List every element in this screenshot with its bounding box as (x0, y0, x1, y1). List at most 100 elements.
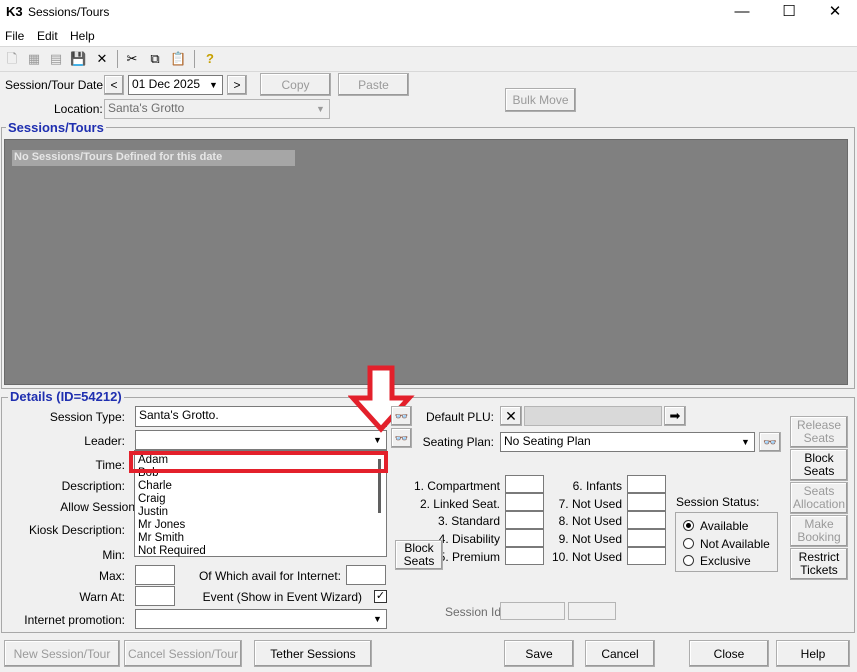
minimize-button[interactable]: — (719, 0, 765, 26)
seat-type-label: 10. Not Used (551, 550, 622, 564)
close-button[interactable]: Close (689, 640, 769, 667)
sessions-list-panel[interactable] (4, 139, 848, 385)
close-window-button[interactable]: ✕ (812, 0, 857, 26)
clipboard-disabled-icon[interactable]: ▤ (48, 51, 64, 67)
seat-type-label: 8. Not Used (558, 514, 622, 528)
help-button[interactable]: Help (776, 640, 850, 667)
chevron-down-icon: ▼ (741, 437, 750, 447)
seating-plan-select[interactable]: No Seating Plan ▼ (500, 432, 755, 452)
date-value: 01 Dec 2025 (132, 77, 201, 91)
internet-avail-label: Of Which avail for Internet: (198, 569, 341, 583)
internet-promo-select[interactable]: ▼ (135, 609, 387, 629)
binoculars-icon[interactable]: 👓 (759, 432, 781, 452)
clear-plu-icon[interactable]: ✕ (500, 406, 522, 426)
date-picker[interactable]: 01 Dec 2025 ▼ (128, 75, 223, 95)
session-type-label: Session Type: (49, 410, 125, 424)
seat-type-label: 1. Compartment (413, 479, 500, 493)
menu-file[interactable]: File (5, 29, 24, 43)
max-field[interactable] (135, 565, 175, 585)
seat-count-field[interactable] (505, 547, 544, 565)
seat-count-field[interactable] (505, 511, 544, 529)
menu-edit[interactable]: Edit (37, 29, 58, 43)
side-block-seats-label: Block Seats (803, 451, 835, 478)
arrow-right-icon[interactable]: ➡ (664, 406, 686, 426)
list-item[interactable]: Not Required (138, 545, 206, 558)
save-icon[interactable]: 💾 (70, 51, 86, 67)
block-seats-label: Block Seats (403, 541, 435, 568)
session-id-label: Session Id (445, 605, 502, 619)
session-type-value: Santa's Grotto. (139, 408, 219, 422)
seat-type-label: 7. Not Used (558, 497, 622, 511)
seat-count-field[interactable] (627, 529, 666, 547)
save-button[interactable]: Save (504, 640, 574, 667)
location-label: Location: (54, 102, 103, 116)
bulk-move-button[interactable]: Bulk Move (505, 88, 576, 112)
release-seats-label: Release Seats (796, 418, 842, 445)
seat-count-field[interactable] (627, 547, 666, 565)
default-plu-label: Default PLU: (425, 410, 494, 424)
make-booking-button[interactable]: Make Booking (790, 515, 848, 547)
menu-help[interactable]: Help (70, 29, 95, 43)
status-exclusive-radio[interactable] (683, 555, 694, 566)
location-select[interactable]: Santa's Grotto ▼ (104, 99, 330, 119)
no-sessions-message: No Sessions/Tours Defined for this date (12, 150, 295, 166)
seat-count-field[interactable] (627, 493, 666, 511)
event-checkbox[interactable]: ✓ (374, 590, 387, 603)
maximize-button[interactable]: ☐ (766, 0, 812, 26)
restrict-tickets-button[interactable]: Restrict Tickets (790, 548, 848, 580)
release-seats-button[interactable]: Release Seats (790, 416, 848, 448)
side-block-seats-button[interactable]: Block Seats (790, 449, 848, 481)
paste-icon[interactable]: 📋 (170, 51, 186, 67)
warn-at-label: Warn At: (79, 590, 125, 604)
list-item[interactable]: Mr Smith (138, 532, 184, 545)
seating-plan-label: Seating Plan: (422, 435, 494, 449)
chevron-down-icon: ▼ (316, 104, 325, 114)
help-icon[interactable]: ? (202, 51, 218, 67)
copy-icon[interactable]: ⧉ (147, 51, 163, 67)
next-date-button[interactable]: > (227, 75, 247, 95)
internet-avail-field[interactable] (346, 565, 386, 585)
default-plu-field[interactable] (524, 406, 662, 426)
binoculars-icon[interactable]: 👓 (391, 406, 412, 426)
status-available-radio[interactable] (683, 520, 694, 531)
block-seats-button[interactable]: Block Seats (395, 540, 443, 570)
seat-count-field[interactable] (505, 529, 544, 547)
seat-count-field[interactable] (627, 475, 666, 493)
warn-at-field[interactable] (135, 586, 175, 606)
app-logo: K3 (6, 4, 23, 19)
seat-count-field[interactable] (505, 493, 544, 511)
cancel-session-button[interactable]: Cancel Session/Tour (124, 640, 242, 667)
cut-icon[interactable]: ✂ (124, 51, 140, 67)
list-item[interactable]: Mr Jones (138, 519, 185, 532)
binoculars-icon[interactable]: 👓 (391, 428, 412, 448)
copy-button[interactable]: Copy (260, 73, 331, 96)
seat-count-field[interactable] (627, 511, 666, 529)
seat-count-field[interactable] (505, 475, 544, 493)
details-title: Details (ID=54212) (8, 389, 124, 404)
allow-session-label: Allow Session (60, 500, 135, 514)
session-status-label: Session Status: (676, 495, 760, 509)
tether-sessions-button[interactable]: Tether Sessions (254, 640, 372, 667)
highlight-box (129, 451, 388, 473)
list-item[interactable]: Justin (138, 506, 168, 519)
new-session-button[interactable]: New Session/Tour (4, 640, 120, 667)
max-label: Max: (98, 569, 125, 583)
annotation-arrow-icon (348, 365, 415, 433)
leader-label: Leader: (84, 434, 125, 448)
new-document-icon[interactable]: 🗋 (4, 51, 20, 67)
delete-icon[interactable]: ✕ (94, 51, 110, 67)
chevron-down-icon: ▼ (373, 614, 382, 624)
grid-icon[interactable]: ▦ (26, 51, 42, 67)
sessions-title: Sessions/Tours (6, 120, 106, 135)
prev-date-button[interactable]: < (104, 75, 124, 95)
list-item[interactable]: Craig (138, 493, 165, 506)
toolbar-separator (117, 50, 118, 68)
seats-allocation-button[interactable]: Seats Allocation (790, 482, 848, 514)
status-not-available-radio[interactable] (683, 538, 694, 549)
list-item[interactable]: Charle (138, 480, 172, 493)
restrict-tickets-label: Restrict Tickets (798, 550, 840, 577)
kiosk-description-label: Kiosk Description: (28, 523, 125, 537)
cancel-button[interactable]: Cancel (585, 640, 655, 667)
paste-button[interactable]: Paste (338, 73, 409, 96)
description-label: Description: (61, 479, 125, 493)
